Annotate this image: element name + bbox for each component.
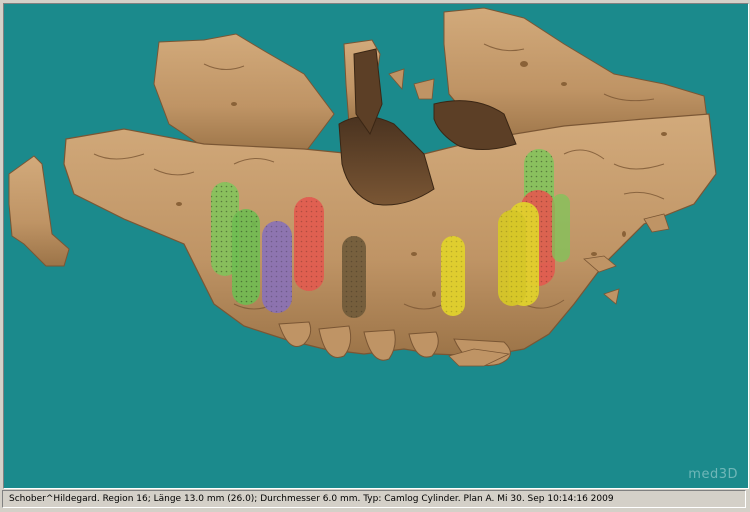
implant-yellow-1[interactable] bbox=[441, 236, 465, 316]
implant-brown[interactable] bbox=[342, 236, 366, 318]
implant-green-4[interactable] bbox=[552, 194, 570, 262]
implant-yellow-3[interactable] bbox=[498, 210, 526, 306]
implant-red-1[interactable] bbox=[294, 197, 324, 291]
3d-viewport[interactable]: med3D bbox=[3, 3, 749, 489]
status-text: Schober^Hildegard. Region 16; Länge 13.0… bbox=[9, 494, 614, 504]
med3d-watermark: med3D bbox=[688, 467, 738, 482]
bone-fragment-left bbox=[8, 155, 70, 267]
implant-green-2[interactable] bbox=[232, 209, 260, 305]
application-window: med3D Schober^Hildegard. Region 16; Läng… bbox=[0, 0, 750, 512]
jaw-3d-render[interactable] bbox=[4, 4, 748, 488]
bone-upper-left bbox=[153, 33, 335, 155]
implant-purple[interactable] bbox=[262, 221, 292, 313]
status-bar: Schober^Hildegard. Region 16; Länge 13.0… bbox=[2, 490, 746, 508]
